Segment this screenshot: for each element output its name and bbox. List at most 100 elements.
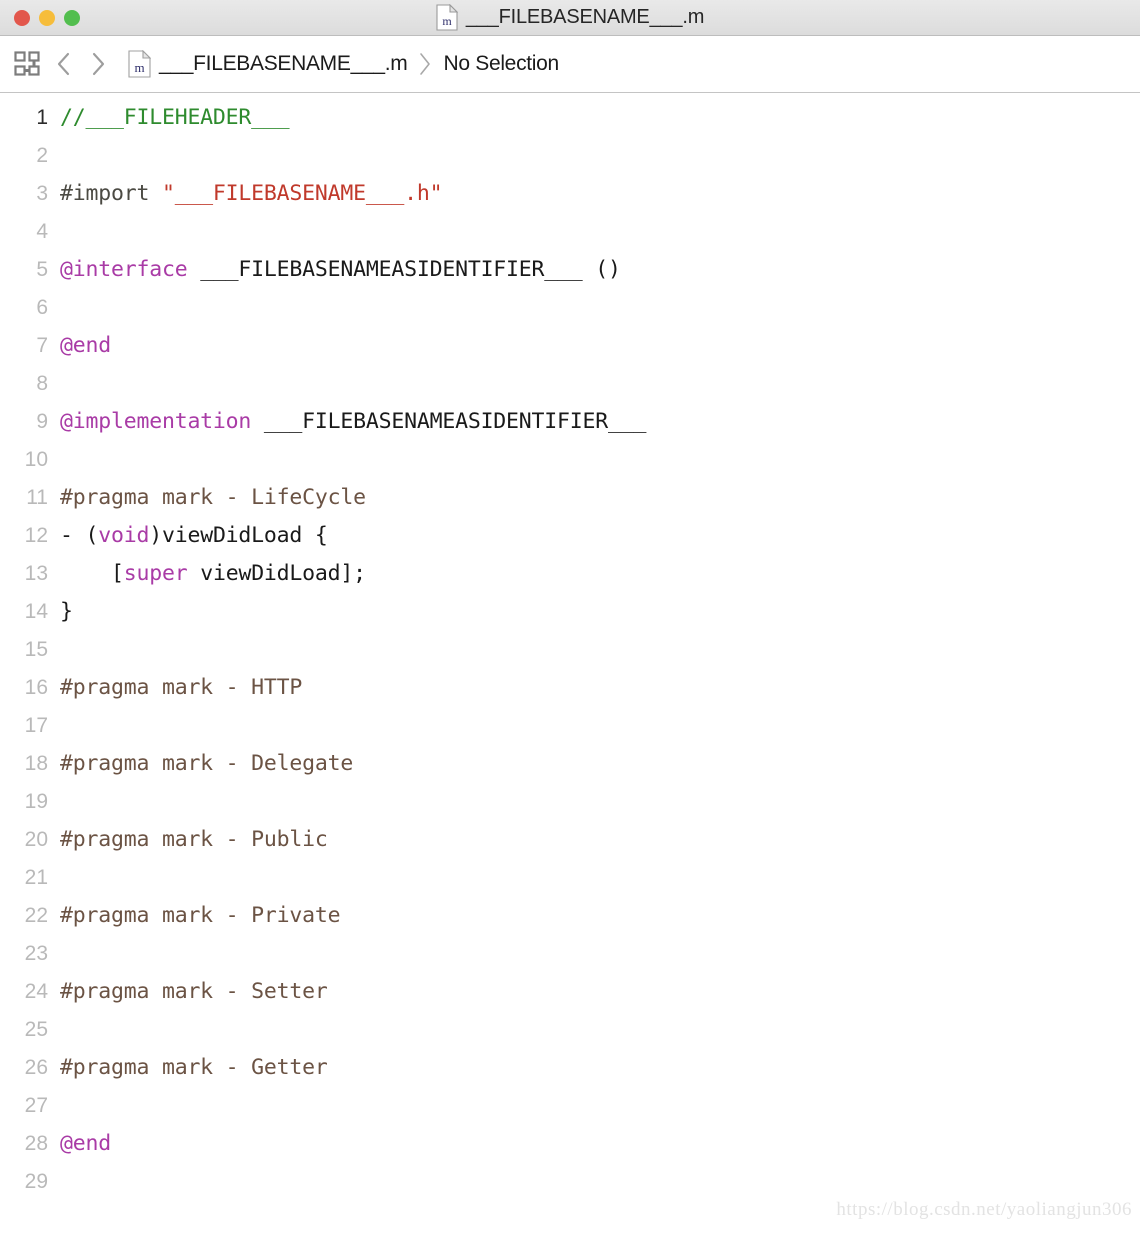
source-code-editor[interactable]: 1//___FILEHEADER___ 2 3 #import "___FILEBAS… <box>0 93 1140 1237</box>
traffic-light-group <box>0 9 80 26</box>
breadcrumb-file-icon[interactable]: m <box>128 50 151 78</box>
code-line[interactable]: 20 #pragma mark - Public <box>0 821 1140 859</box>
line-number[interactable]: 5 <box>0 251 60 289</box>
line-number[interactable]: 18 <box>0 745 60 783</box>
breadcrumb: m ___FILEBASENAME___.m No Selection <box>128 50 559 78</box>
code-line[interactable]: 6 <box>0 289 1140 327</box>
code-token-plain: } <box>60 599 73 624</box>
code-token-plain: [ <box>60 561 124 586</box>
code-line-text: - (void)viewDidLoad { <box>60 517 328 555</box>
code-line-text: @end <box>60 327 111 365</box>
objective-c-file-icon: m <box>436 4 458 31</box>
line-number[interactable]: 20 <box>0 821 60 859</box>
line-number[interactable]: 15 <box>0 631 60 669</box>
line-number[interactable]: 6 <box>0 289 60 327</box>
code-line[interactable]: 4 <box>0 213 1140 251</box>
line-number[interactable]: 26 <box>0 1049 60 1087</box>
code-line-list: 1//___FILEHEADER___ 2 3 #import "___FILEBAS… <box>0 99 1140 1201</box>
code-line[interactable]: 22 #pragma mark - Private <box>0 897 1140 935</box>
code-line[interactable]: 24 #pragma mark - Setter <box>0 973 1140 1011</box>
line-number[interactable]: 2 <box>0 137 60 175</box>
line-number[interactable]: 11 <box>0 479 60 517</box>
code-line[interactable]: 15 <box>0 631 1140 669</box>
window-title-group: m ___FILEBASENAME___.m <box>0 0 1140 35</box>
code-line[interactable]: 16 #pragma mark - HTTP <box>0 669 1140 707</box>
code-line[interactable]: 19 <box>0 783 1140 821</box>
code-line[interactable]: 14} <box>0 593 1140 631</box>
close-window-button[interactable] <box>14 9 30 26</box>
line-number[interactable]: 9 <box>0 403 60 441</box>
code-token-plain: )viewDidLoad { <box>149 523 328 548</box>
code-line-text: #pragma mark - LifeCycle <box>60 479 366 517</box>
line-number[interactable]: 24 <box>0 973 60 1011</box>
line-number[interactable]: 13 <box>0 555 60 593</box>
editor-jump-bar: m ___FILEBASENAME___.m No Selection <box>0 36 1140 93</box>
code-line[interactable]: 10 <box>0 441 1140 479</box>
code-line[interactable]: 11 #pragma mark - LifeCycle <box>0 479 1140 517</box>
code-line[interactable]: 7 @end <box>0 327 1140 365</box>
line-number[interactable]: 12 <box>0 517 60 555</box>
line-number[interactable]: 19 <box>0 783 60 821</box>
window-titlebar: m ___FILEBASENAME___.m <box>0 0 1140 36</box>
code-line-text: @interface ___FILEBASENAMEASIDENTIFIER__… <box>60 251 621 289</box>
line-number[interactable]: 25 <box>0 1011 60 1049</box>
line-number[interactable]: 23 <box>0 935 60 973</box>
maximize-window-button[interactable] <box>64 9 80 26</box>
code-line[interactable]: 25 <box>0 1011 1140 1049</box>
code-line[interactable]: 21 <box>0 859 1140 897</box>
line-number[interactable]: 16 <box>0 669 60 707</box>
code-line[interactable]: 18 #pragma mark - Delegate <box>0 745 1140 783</box>
minimize-window-button[interactable] <box>39 9 55 26</box>
code-line[interactable]: 23 <box>0 935 1140 973</box>
code-line[interactable]: 3 #import "___FILEBASENAME___.h" <box>0 175 1140 213</box>
navigation-arrows <box>56 51 106 77</box>
code-token-comment: //___FILEHEADER___ <box>60 105 290 130</box>
line-number[interactable]: 22 <box>0 897 60 935</box>
line-number[interactable]: 28 <box>0 1125 60 1163</box>
chevron-left-icon[interactable] <box>56 51 72 77</box>
code-line[interactable]: 9 @implementation ___FILEBASENAMEASIDENTI… <box>0 403 1140 441</box>
code-line[interactable]: 17 <box>0 707 1140 745</box>
line-number[interactable]: 8 <box>0 365 60 403</box>
code-line[interactable]: 2 <box>0 137 1140 175</box>
line-number[interactable]: 21 <box>0 859 60 897</box>
code-token-pragma: #pragma mark - Setter <box>60 979 328 1004</box>
code-token-pragma: #pragma mark - LifeCycle <box>60 485 366 510</box>
breadcrumb-selection-label[interactable]: No Selection <box>443 52 559 76</box>
svg-text:m: m <box>442 14 452 28</box>
code-line[interactable]: 27 <box>0 1087 1140 1125</box>
code-line[interactable]: 26 #pragma mark - Getter <box>0 1049 1140 1087</box>
line-number[interactable]: 14 <box>0 593 60 631</box>
code-token-string: "___FILEBASENAME___.h" <box>161 181 443 206</box>
breadcrumb-file-name[interactable]: ___FILEBASENAME___.m <box>159 52 408 76</box>
code-token-pre: #import <box>60 181 162 206</box>
related-items-grid-icon[interactable] <box>10 47 44 81</box>
code-line[interactable]: 29 <box>0 1163 1140 1201</box>
code-line[interactable]: 28 @end <box>0 1125 1140 1163</box>
code-token-pragma: #pragma mark - Private <box>60 903 341 928</box>
code-token-plain: ___FILEBASENAMEASIDENTIFIER___ () <box>187 257 621 282</box>
line-number[interactable]: 1 <box>0 99 60 137</box>
code-line-text: #pragma mark - Public <box>60 821 328 859</box>
chevron-right-icon[interactable] <box>90 51 106 77</box>
line-number[interactable]: 10 <box>0 441 60 479</box>
code-line[interactable]: 5 @interface ___FILEBASENAMEASIDENTIFIER_… <box>0 251 1140 289</box>
code-line-text: #import "___FILEBASENAME___.h" <box>60 175 443 213</box>
line-number[interactable]: 17 <box>0 707 60 745</box>
code-token-pragma: #pragma mark - Public <box>60 827 328 852</box>
code-line[interactable]: 1//___FILEHEADER___ <box>0 99 1140 137</box>
code-line[interactable]: 12- (void)viewDidLoad { <box>0 517 1140 555</box>
code-line-text: //___FILEHEADER___ <box>60 99 290 137</box>
line-number[interactable]: 27 <box>0 1087 60 1125</box>
window-title-text: ___FILEBASENAME___.m <box>465 6 705 28</box>
line-number[interactable]: 4 <box>0 213 60 251</box>
code-token-plain: ___FILEBASENAMEASIDENTIFIER___ <box>251 409 647 434</box>
code-line[interactable]: 13 [super viewDidLoad]; <box>0 555 1140 593</box>
code-line-text: [super viewDidLoad]; <box>60 555 366 593</box>
code-line-text: #pragma mark - Getter <box>60 1049 328 1087</box>
code-line[interactable]: 8 <box>0 365 1140 403</box>
line-number[interactable]: 7 <box>0 327 60 365</box>
line-number[interactable]: 29 <box>0 1163 60 1201</box>
code-token-keyword: @end <box>60 333 111 358</box>
line-number[interactable]: 3 <box>0 175 60 213</box>
